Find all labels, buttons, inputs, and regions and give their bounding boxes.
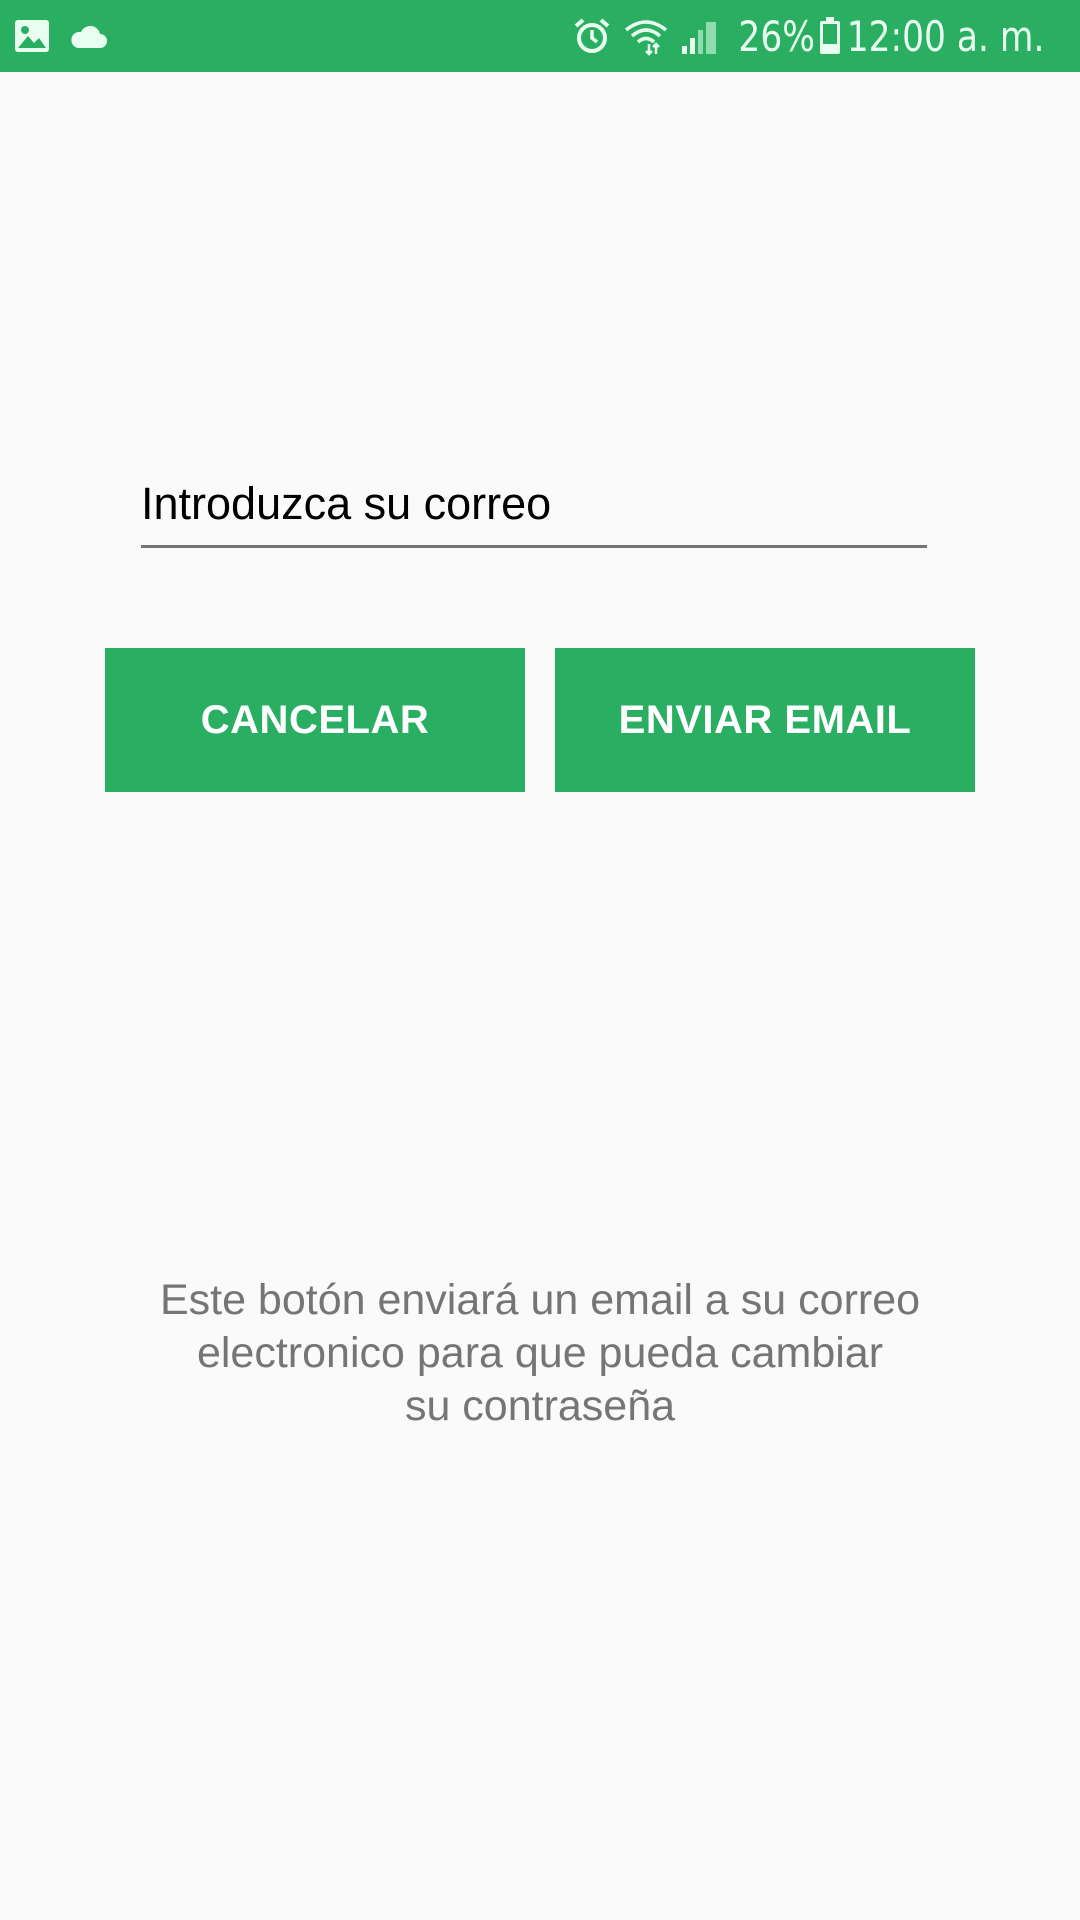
info-line: su contraseña [404,1382,676,1430]
send-email-button[interactable]: ENVIAR EMAIL [555,648,975,792]
info-text: Este botón enviará un email a su correo … [90,1274,990,1433]
battery-icon [819,17,841,55]
battery-percent: 26% [737,11,815,61]
cloud-icon [68,23,108,49]
alarm-icon [572,16,612,56]
info-line: electronico para que pueda cambiar [196,1329,884,1377]
image-icon [14,19,50,53]
wifi-icon [622,16,670,56]
cancel-button[interactable]: CANCELAR [105,648,525,792]
email-field[interactable] [141,472,927,548]
status-bar-left [14,0,108,72]
info-line: Este botón enviará un email a su correo [159,1276,921,1324]
status-bar-right: 26% 12:00 a. m. [572,0,1066,72]
signal-icon [680,16,720,56]
status-bar: 26% 12:00 a. m. [0,0,1080,72]
clock-time: 12:00 a. m. [846,11,1045,61]
